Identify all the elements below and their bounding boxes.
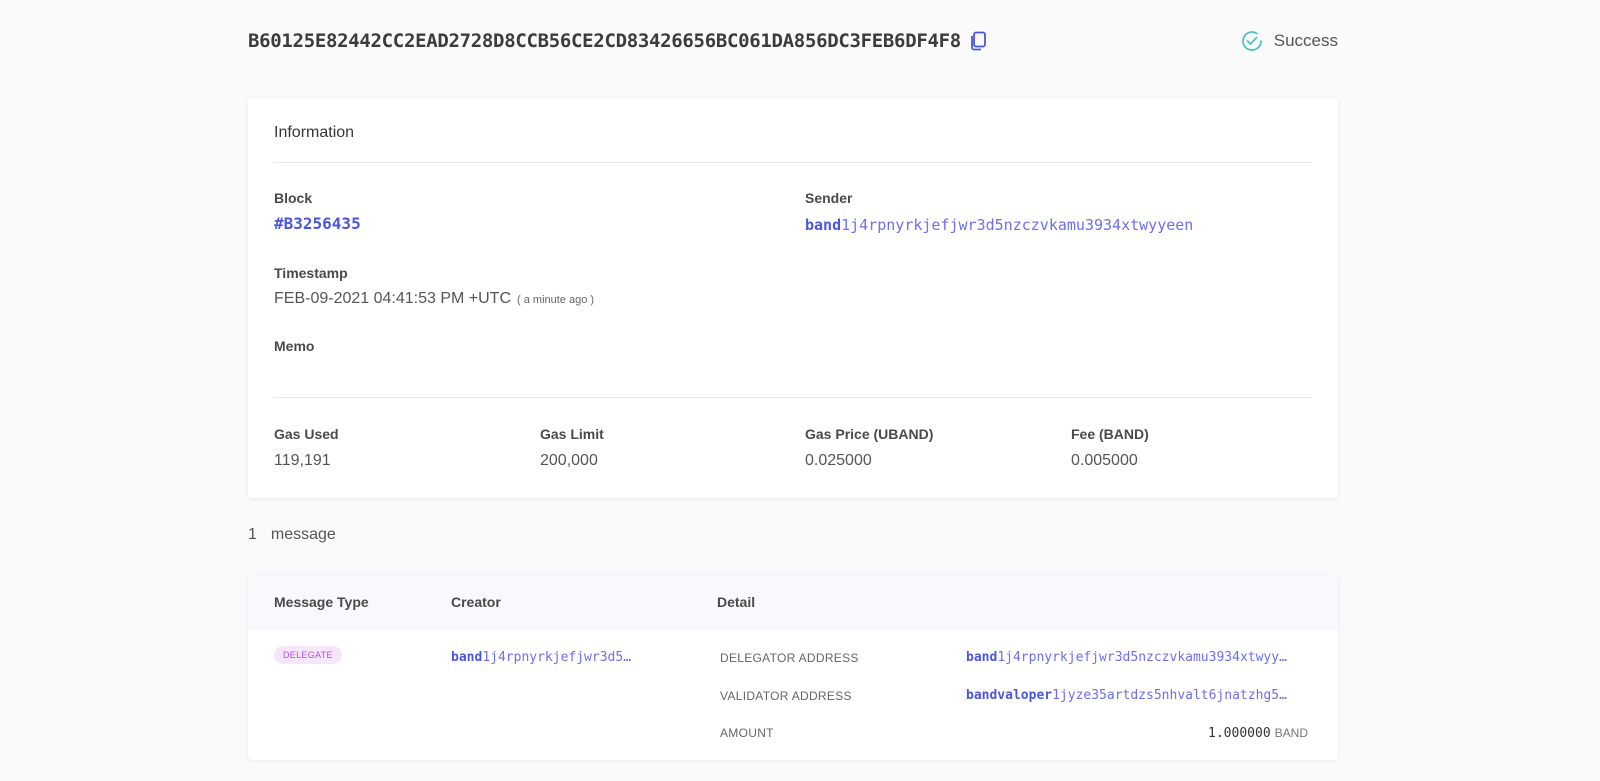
gas-used-value: 119,191 — [274, 452, 331, 469]
messages-table: Message Type Creator Detail DELEGATE ban… — [248, 574, 1338, 760]
amount-number: 1.000000 — [1208, 726, 1271, 741]
tx-header: B60125E82442CC2EAD2728D8CCB56CE2CD834266… — [248, 26, 1338, 56]
table-header: Message Type Creator Detail — [248, 574, 1338, 630]
message-count: 1 message — [248, 526, 336, 544]
status-indicator: Success — [1240, 29, 1338, 53]
message-count-label: message — [270, 526, 336, 543]
sender-address-prefix: band — [805, 216, 842, 234]
delegator-address-prefix: band — [966, 650, 998, 665]
divider — [274, 397, 1312, 398]
sender-address[interactable]: band1j4rpnyrkjefjwr3d5nzczvkamu3934xtwyy… — [805, 216, 1193, 234]
gas-price-label: Gas Price (UBAND) — [805, 426, 934, 442]
sender-address-rest: 1j4rpnyrkjefjwr3d5nzczvkamu3934xtwyyeen — [841, 216, 1194, 234]
message-type-badge: DELEGATE — [274, 646, 342, 664]
fee-label: Fee (BAND) — [1071, 426, 1149, 442]
column-header-creator: Creator — [451, 594, 501, 610]
gas-limit-label: Gas Limit — [540, 426, 604, 442]
delegator-address-rest: 1j4rpnyrkjefjwr3d5nzczvkamu3934xtwyy… — [997, 650, 1287, 665]
sender-label: Sender — [805, 190, 853, 206]
delegator-address[interactable]: band1j4rpnyrkjefjwr3d5nzczvkamu3934xtwyy… — [966, 650, 1306, 665]
column-header-detail: Detail — [717, 594, 756, 610]
timestamp-label: Timestamp — [274, 265, 348, 281]
creator-address-rest: 1j4rpnyrkjefjwr3d5… — [482, 650, 632, 665]
validator-address[interactable]: bandvaloper1jyze35artdzs5nhvalt6jnatzhg5… — [966, 688, 1306, 703]
information-card: Information Block #B3256435 Sender band1… — [248, 98, 1338, 498]
gas-price-value: 0.025000 — [805, 452, 872, 469]
gas-used-label: Gas Used — [274, 426, 339, 442]
column-header-type: Message Type — [274, 594, 369, 610]
delegator-address-label: DELEGATOR ADDRESS — [720, 651, 859, 665]
validator-address-prefix: bandvaloper — [966, 688, 1053, 703]
block-link[interactable]: #B3256435 — [274, 214, 361, 233]
timestamp-value: FEB-09-2021 04:41:53 PM +UTC ( a minute a… — [274, 290, 594, 308]
timestamp-ago: ( a minute ago ) — [517, 294, 595, 306]
creator-address[interactable]: band1j4rpnyrkjefjwr3d5… — [451, 650, 631, 665]
check-circle-icon — [1240, 29, 1264, 53]
amount-unit: BAND — [1274, 726, 1308, 740]
card-title: Information — [274, 124, 355, 141]
memo-label: Memo — [274, 338, 315, 354]
block-label: Block — [274, 190, 313, 206]
amount-value: 1.000000 BAND — [1208, 725, 1308, 741]
amount-label: AMOUNT — [720, 726, 774, 740]
timestamp-text: FEB-09-2021 04:41:53 PM +UTC — [274, 290, 512, 307]
tx-hash-wrap: B60125E82442CC2EAD2728D8CCB56CE2CD834266… — [248, 30, 987, 52]
divider — [274, 162, 1312, 163]
creator-address-prefix: band — [451, 650, 483, 665]
copy-icon[interactable] — [969, 31, 987, 51]
fee-value: 0.005000 — [1071, 452, 1138, 469]
gas-limit-value: 200,000 — [540, 452, 598, 469]
tx-hash: B60125E82442CC2EAD2728D8CCB56CE2CD834266… — [248, 30, 961, 52]
status-text: Success — [1273, 31, 1338, 50]
validator-address-rest: 1jyze35artdzs5nhvalt6jnatzhg5… — [1052, 688, 1287, 703]
message-count-number: 1 — [248, 526, 257, 543]
validator-address-label: VALIDATOR ADDRESS — [720, 689, 852, 703]
